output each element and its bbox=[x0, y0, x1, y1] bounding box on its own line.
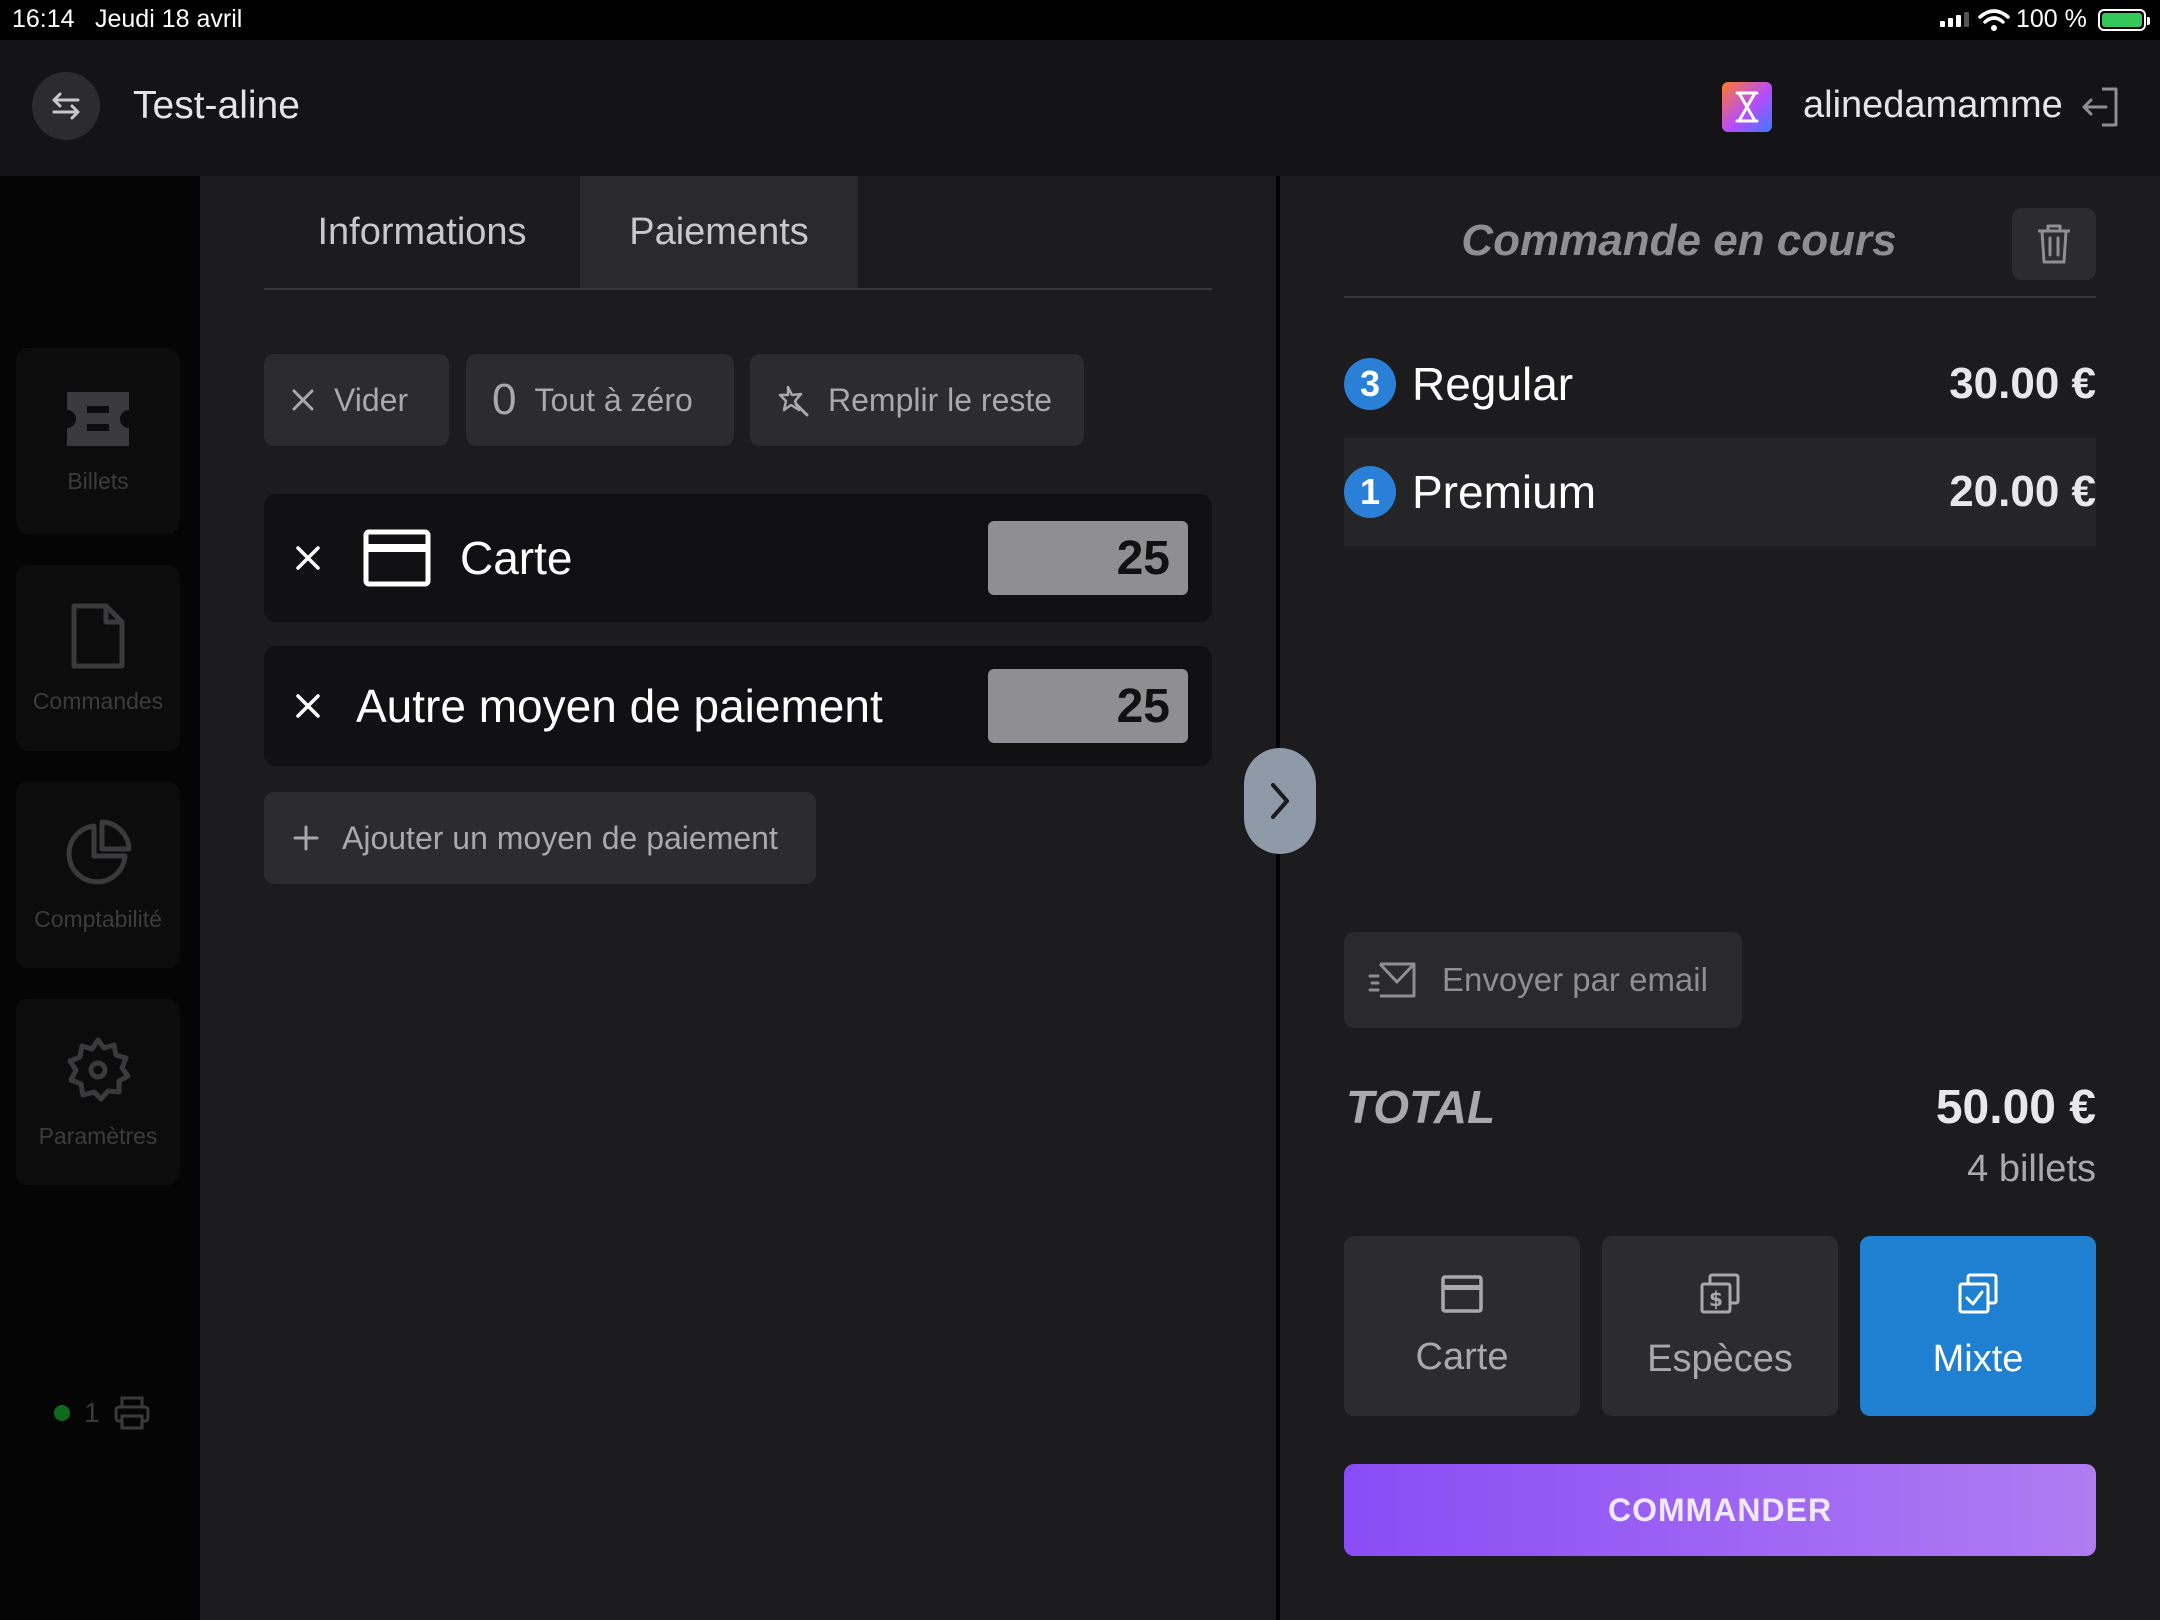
order-item[interactable]: 1 Premium 20.00 € bbox=[1344, 438, 2096, 546]
battery-icon bbox=[2098, 9, 2150, 31]
sidebar-item-label: Commandes bbox=[32, 687, 164, 714]
send-email-button[interactable]: Envoyer par email bbox=[1344, 932, 1742, 1028]
tabs-divider bbox=[264, 288, 1212, 290]
cash-icon: $ bbox=[1700, 1273, 1740, 1313]
card-icon bbox=[363, 529, 431, 587]
ticket-count: 4 billets bbox=[1967, 1148, 2096, 1190]
payment-method-label: Mixte bbox=[1932, 1337, 2024, 1380]
collapse-panel-button[interactable] bbox=[1244, 748, 1316, 854]
item-name: Premium bbox=[1412, 466, 1597, 518]
add-payment-label: Ajouter un moyen de paiement bbox=[342, 819, 778, 856]
username: alinedamamme bbox=[1803, 84, 2063, 126]
payment-label: Carte bbox=[460, 532, 573, 584]
status-bar bbox=[0, 0, 2160, 40]
payment-method-label: Carte bbox=[1415, 1335, 1509, 1378]
document-icon bbox=[71, 603, 125, 668]
pie-chart-icon bbox=[66, 819, 132, 884]
switch-event-button[interactable] bbox=[32, 72, 100, 140]
send-mail-icon bbox=[1368, 962, 1416, 998]
total-label: TOTAL bbox=[1346, 1081, 1496, 1133]
sidebar-item-comptabilite[interactable]: Comptabilité bbox=[16, 782, 180, 968]
sidebar-item-label: Comptabilité bbox=[34, 905, 162, 932]
sidebar-item-billets[interactable]: Billets bbox=[16, 348, 180, 534]
payment-amount-input[interactable]: 25 bbox=[988, 521, 1188, 595]
printer-icon bbox=[114, 1396, 150, 1430]
status-date: Jeudi 18 avril bbox=[95, 5, 243, 33]
payment-amount-input[interactable]: 25 bbox=[988, 669, 1188, 743]
item-name: Regular bbox=[1412, 358, 1574, 410]
clear-label: Vider bbox=[334, 381, 409, 418]
zero-icon: 0 bbox=[492, 375, 517, 424]
clear-button[interactable]: Vider bbox=[264, 354, 449, 446]
connection-status-dot bbox=[54, 1405, 70, 1421]
card-icon bbox=[1441, 1274, 1483, 1313]
sidebar-item-label: Billets bbox=[67, 467, 129, 494]
payment-method-carte[interactable]: Carte bbox=[1344, 1236, 1580, 1416]
payment-row-other: Autre moyen de paiement 25 bbox=[264, 646, 1212, 766]
add-payment-button[interactable]: Ajouter un moyen de paiement bbox=[264, 792, 816, 884]
printer-status: 1 bbox=[54, 1396, 150, 1430]
fill-rest-label: Remplir le reste bbox=[828, 381, 1053, 418]
event-title: Test-aline bbox=[133, 84, 300, 127]
plus-icon bbox=[293, 825, 319, 851]
payment-method-label: Espèces bbox=[1647, 1337, 1793, 1380]
payment-method-especes[interactable]: $ Espèces bbox=[1602, 1236, 1838, 1416]
remove-payment-icon[interactable] bbox=[294, 692, 322, 720]
avatar bbox=[1722, 82, 1772, 132]
ticket-icon bbox=[67, 391, 129, 446]
payment-method-mixte[interactable]: Mixte bbox=[1860, 1236, 2096, 1416]
total-value: 50.00 € bbox=[1935, 1081, 2096, 1134]
trash-icon bbox=[2038, 224, 2070, 264]
printer-count: 1 bbox=[84, 1397, 100, 1428]
send-email-label: Envoyer par email bbox=[1442, 961, 1708, 998]
submit-order-button[interactable]: COMMANDER bbox=[1344, 1464, 2096, 1556]
swap-arrows-icon bbox=[52, 92, 80, 120]
tab-informations[interactable]: Informations bbox=[264, 176, 580, 288]
status-time: 16:14 bbox=[12, 5, 75, 33]
hourglass-icon bbox=[1735, 91, 1759, 123]
fill-rest-button[interactable]: Remplir le reste bbox=[750, 354, 1084, 446]
order-item[interactable]: 3 Regular 30.00 € bbox=[1344, 330, 2096, 438]
wifi-icon bbox=[1978, 9, 2010, 31]
payment-row-carte: Carte 25 bbox=[264, 494, 1212, 622]
gear-icon bbox=[67, 1037, 131, 1101]
reset-zero-label: Tout à zéro bbox=[534, 381, 693, 418]
battery-percentage: 100 % bbox=[2016, 5, 2087, 33]
close-icon bbox=[292, 389, 314, 411]
item-quantity-badge: 1 bbox=[1344, 466, 1396, 518]
sidebar-item-parametres[interactable]: Paramètres bbox=[16, 999, 180, 1185]
order-title: Commande en cours bbox=[1461, 216, 1897, 265]
svg-text:$: $ bbox=[1709, 1287, 1723, 1311]
sidebar-item-label: Paramètres bbox=[38, 1122, 158, 1149]
payment-label: Autre moyen de paiement bbox=[356, 680, 883, 732]
magic-wand-icon bbox=[778, 385, 809, 417]
mixed-icon bbox=[1958, 1273, 1998, 1313]
remove-payment-icon[interactable] bbox=[294, 544, 322, 572]
item-price: 30.00 € bbox=[1949, 359, 2096, 408]
chevron-right-icon bbox=[1271, 783, 1289, 819]
logout-button[interactable] bbox=[2080, 86, 2120, 133]
logout-icon bbox=[2082, 87, 2118, 127]
sidebar-item-commandes[interactable]: Commandes bbox=[16, 565, 180, 751]
tab-paiements[interactable]: Paiements bbox=[580, 176, 858, 288]
panel-divider bbox=[1276, 176, 1280, 1620]
item-price: 20.00 € bbox=[1949, 467, 2096, 516]
clear-order-button[interactable] bbox=[2012, 208, 2096, 280]
cellular-signal-icon bbox=[1940, 12, 1969, 27]
item-quantity-badge: 3 bbox=[1344, 358, 1396, 410]
reset-zero-button[interactable]: 0 Tout à zéro bbox=[466, 354, 734, 446]
order-divider bbox=[1344, 296, 2096, 298]
